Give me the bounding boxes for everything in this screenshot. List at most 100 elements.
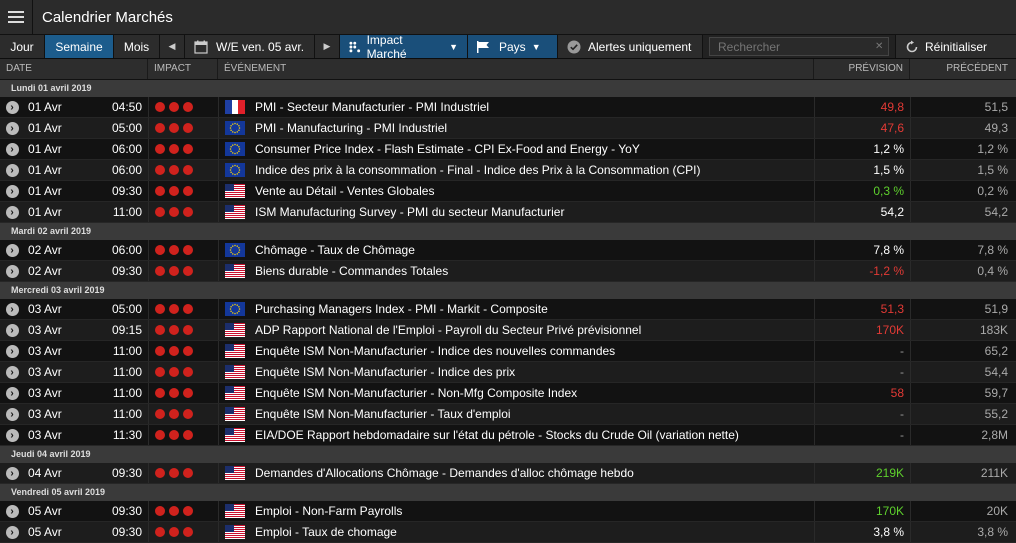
previous-value: 7,8 % — [910, 240, 1016, 260]
impact-indicator — [148, 139, 218, 159]
table-row[interactable]: › 01 Avr 11:00 ISM Manufacturing Survey - P… — [0, 202, 1016, 223]
view-day-button[interactable]: Jour — [0, 35, 45, 58]
impact-dot-icon — [155, 123, 165, 133]
flag-eu-icon — [225, 243, 245, 257]
impact-filter-dropdown[interactable]: Impact Marché ▼ — [340, 33, 468, 61]
event-cell: Vente au Détail - Ventes Globales — [218, 181, 814, 201]
reset-button[interactable]: Réinitialiser — [895, 35, 1016, 58]
table-row[interactable]: › 03 Avr 11:00 Enquête ISM Non-Manufacturie… — [0, 404, 1016, 425]
column-precedent[interactable]: PRÉCÉDENT — [910, 59, 1016, 79]
impact-dot-icon — [155, 165, 165, 175]
expand-cell: › — [0, 202, 24, 222]
country-filter-dropdown[interactable]: Pays ▼ — [468, 35, 558, 58]
chevron-right-icon[interactable]: › — [5, 407, 19, 421]
chevron-right-icon[interactable]: › — [5, 264, 19, 278]
alerts-only-toggle[interactable]: Alertes uniquement — [558, 35, 703, 58]
chevron-right-icon[interactable]: › — [5, 184, 19, 198]
event-time: 04:50 — [111, 100, 142, 114]
event-date: 01 Avr — [28, 163, 62, 177]
search-input[interactable] — [716, 38, 875, 55]
impact-dot-icon — [169, 123, 179, 133]
previous-week-button[interactable]: ◀ — [160, 35, 185, 58]
event-date: 03 Avr — [28, 302, 62, 316]
impact-indicator — [148, 240, 218, 260]
chevron-right-icon[interactable]: › — [5, 466, 19, 480]
column-event[interactable]: ÉVÉNEMENT — [218, 59, 814, 79]
table-row[interactable]: › 01 Avr 05:00 PMI - Manufacturing - PMI In… — [0, 118, 1016, 139]
table-row[interactable]: › 01 Avr 06:00 Consumer Price Index - Flash… — [0, 139, 1016, 160]
table-row[interactable]: › 05 Avr 09:30 Emploi - Non-Farm Payrolls 17… — [0, 501, 1016, 522]
country-filter-label: Pays — [499, 39, 526, 54]
event-cell: Emploi - Non-Farm Payrolls — [218, 501, 814, 521]
view-week-button[interactable]: Semaine — [45, 35, 114, 58]
previous-value: 49,3 — [910, 118, 1016, 138]
impact-dot-icon — [155, 144, 165, 154]
forecast-value: - — [814, 341, 910, 361]
impact-dot-icon — [183, 245, 193, 255]
event-name: Enquête ISM Non-Manufacturier - Taux d'e… — [255, 407, 511, 421]
chevron-right-icon[interactable]: › — [5, 323, 19, 337]
chevron-right-icon[interactable]: › — [5, 205, 19, 219]
column-prevision[interactable]: PRÉVISION — [814, 59, 910, 79]
check-circle-icon — [567, 40, 581, 53]
impact-dot-icon — [183, 325, 193, 335]
menu-icon[interactable] — [0, 0, 33, 34]
table-row[interactable]: › 03 Avr 09:15 ADP Rapport National de l'Em… — [0, 320, 1016, 341]
impact-dot-icon — [183, 207, 193, 217]
event-name: PMI - Secteur Manufacturier - PMI Indust… — [255, 100, 490, 114]
table-row[interactable]: › 03 Avr 11:00 Enquête ISM Non-Manufacturie… — [0, 341, 1016, 362]
event-time: 05:00 — [111, 121, 142, 135]
view-month-button[interactable]: Mois — [114, 35, 160, 58]
chevron-right-icon[interactable]: › — [5, 121, 19, 135]
table-row[interactable]: › 01 Avr 09:30 Vente au Détail - Ventes Glo… — [0, 181, 1016, 202]
chevron-right-icon[interactable]: › — [5, 243, 19, 257]
previous-value: 51,5 — [910, 97, 1016, 117]
table-row[interactable]: › 05 Avr 09:30 Emploi - Taux de chomage 3,8 … — [0, 522, 1016, 543]
chevron-right-icon[interactable]: › — [5, 344, 19, 358]
impact-dot-icon — [155, 388, 165, 398]
event-date: 03 Avr — [28, 344, 62, 358]
clear-icon[interactable]: ✕ — [875, 41, 883, 52]
event-date: 04 Avr — [28, 466, 62, 480]
column-date[interactable]: DATE — [0, 59, 148, 79]
expand-cell: › — [0, 404, 24, 424]
chevron-right-icon[interactable]: › — [5, 386, 19, 400]
table-row[interactable]: › 03 Avr 11:30 EIA/DOE Rapport hebdomadaire… — [0, 425, 1016, 446]
table-row[interactable]: › 01 Avr 06:00 Indice des prix à la consomm… — [0, 160, 1016, 181]
chevron-right-icon[interactable]: › — [5, 504, 19, 518]
impact-dot-icon — [155, 304, 165, 314]
chevron-right-icon[interactable]: › — [5, 100, 19, 114]
chevron-right-icon[interactable]: › — [5, 142, 19, 156]
table-row[interactable]: › 03 Avr 05:00 Purchasing Managers Index - … — [0, 299, 1016, 320]
event-time: 09:30 — [111, 504, 142, 518]
chevron-right-icon[interactable]: › — [5, 365, 19, 379]
table-row[interactable]: › 02 Avr 09:30 Biens durable - Commandes To… — [0, 261, 1016, 282]
forecast-value: 3,8 % — [814, 522, 910, 542]
chevron-right-icon[interactable]: › — [5, 428, 19, 442]
impact-indicator — [148, 320, 218, 340]
next-week-button[interactable]: ▶ — [315, 35, 340, 58]
table-row[interactable]: › 03 Avr 11:00 Enquête ISM Non-Manufacturie… — [0, 383, 1016, 404]
table-row[interactable]: › 02 Avr 06:00 Chômage - Taux de Chômage 7,8… — [0, 240, 1016, 261]
column-impact[interactable]: IMPACT — [148, 59, 218, 79]
event-date: 03 Avr — [28, 365, 62, 379]
impact-dot-icon — [169, 266, 179, 276]
event-name: Enquête ISM Non-Manufacturier - Non-Mfg … — [255, 386, 578, 400]
event-time: 09:30 — [111, 525, 142, 539]
week-selector[interactable]: W/E ven. 05 avr. — [185, 35, 315, 58]
forecast-value: - — [814, 404, 910, 424]
chevron-right-icon[interactable]: › — [5, 302, 19, 316]
impact-dot-icon — [183, 367, 193, 377]
chevron-right-icon[interactable]: › — [5, 163, 19, 177]
forecast-value: 1,2 % — [814, 139, 910, 159]
impact-indicator — [148, 522, 218, 542]
page-title: Calendrier Marchés — [42, 8, 173, 26]
table-row[interactable]: › 03 Avr 11:00 Enquête ISM Non-Manufacturie… — [0, 362, 1016, 383]
chevron-right-icon[interactable]: › — [5, 525, 19, 539]
impact-dot-icon — [169, 165, 179, 175]
impact-dot-icon — [183, 409, 193, 419]
impact-dot-icon — [183, 266, 193, 276]
table-row[interactable]: › 01 Avr 04:50 PMI - Secteur Manufacturier … — [0, 97, 1016, 118]
impact-dot-icon — [169, 304, 179, 314]
table-row[interactable]: › 04 Avr 09:30 Demandes d'Allocations Chôma… — [0, 463, 1016, 484]
